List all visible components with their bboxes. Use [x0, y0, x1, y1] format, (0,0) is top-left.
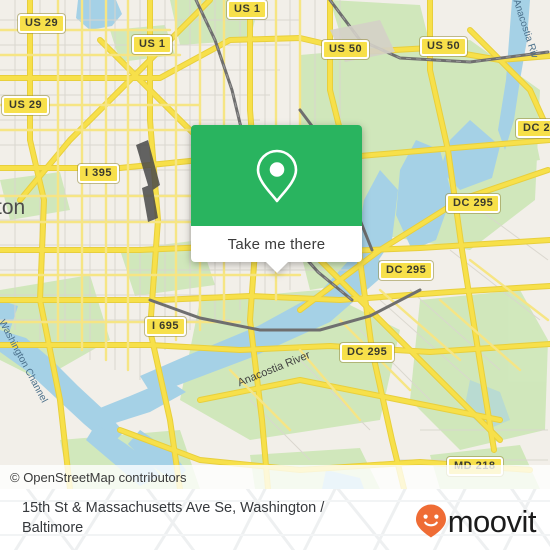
map-pin-icon — [256, 149, 297, 202]
route-shield-us-1-a[interactable]: US 1 — [132, 35, 173, 54]
callout-pin-area — [191, 125, 362, 226]
moovit-wordmark: moovit — [447, 503, 537, 539]
map-canvas[interactable]: ton Washington Channel Anacostia Riv Ana… — [0, 0, 550, 489]
callout-action-bar[interactable]: Take me there — [191, 226, 362, 262]
route-shield-us-50-a[interactable]: US 50 — [322, 40, 370, 59]
location-callout-card[interactable]: Take me there — [191, 125, 362, 273]
route-shield-dc-295-a[interactable]: DC 295 — [446, 194, 501, 213]
moovit-logo[interactable]: moovit — [414, 503, 537, 539]
route-shield-dc-295-c[interactable]: DC 295 — [340, 343, 395, 362]
map-screen: ton Washington Channel Anacostia Riv Ana… — [0, 0, 550, 550]
route-shield-dc-29[interactable]: DC 29 — [516, 119, 550, 138]
route-shield-dc-295-b[interactable]: DC 295 — [379, 261, 434, 280]
osm-attribution-text[interactable]: © OpenStreetMap contributors — [0, 470, 187, 485]
route-shield-us-50-b[interactable]: US 50 — [420, 37, 468, 56]
take-me-there-label: Take me there — [227, 235, 326, 253]
route-shield-us-1-b[interactable]: US 1 — [227, 0, 268, 19]
route-shield-us-29-a[interactable]: US 29 — [18, 14, 66, 33]
route-shield-i-695[interactable]: I 695 — [145, 317, 186, 336]
route-shield-us-29-b[interactable]: US 29 — [2, 96, 50, 115]
moovit-pin-icon — [415, 504, 446, 538]
route-shield-i-395[interactable]: I 395 — [78, 164, 119, 183]
footer-bar: 15th St & Massachusetts Ave Se, Washingt… — [0, 489, 550, 550]
place-label-washington: ton — [0, 196, 26, 219]
osm-attribution-bar: © OpenStreetMap contributors — [0, 465, 550, 489]
location-title: 15th St & Massachusetts Ave Se, Washingt… — [22, 500, 325, 536]
callout-pointer — [265, 262, 288, 273]
